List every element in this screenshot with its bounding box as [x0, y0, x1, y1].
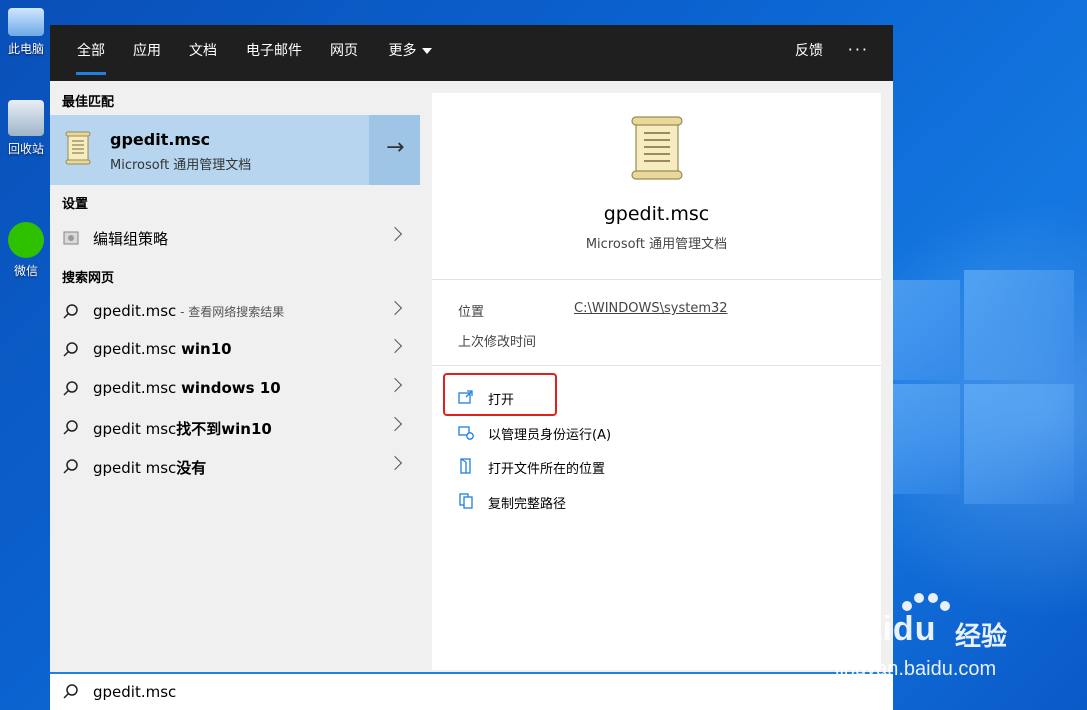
feedback-button[interactable]: 反馈 [795, 25, 823, 81]
detail-subtitle: Microsoft 通用管理文档 [585, 237, 728, 252]
action-label: 打开 [488, 393, 515, 408]
tab-apps[interactable]: 应用 [132, 25, 162, 81]
desktop-icon-label: 微信 [13, 264, 38, 278]
search-icon [63, 459, 78, 474]
watermark-cn: 经验 [955, 622, 1008, 652]
web-result-item[interactable]: gpedit msc找不到win10 [50, 409, 420, 447]
action-copy-full-path[interactable]: 复制完整路径 [458, 491, 658, 513]
run-as-admin-icon [458, 426, 474, 440]
tab-email[interactable]: 电子邮件 [244, 25, 304, 81]
action-label: 以管理员身份运行(A) [488, 428, 612, 443]
search-window: 全部 应用 文档 电子邮件 网页 更多 反馈 ··· 最佳匹配 gpedit.m… [50, 25, 893, 710]
web-result-text: gpedit msc找不到win10 [93, 420, 272, 438]
desktop-icon-this-pc[interactable]: 此电脑 [0, 0, 52, 57]
desktop-icon-recycle-bin[interactable]: 回收站 [0, 100, 52, 157]
recycle-bin-icon [8, 100, 44, 136]
best-match-expand-button[interactable]: → [369, 115, 420, 185]
arrow-right-icon: → [386, 135, 405, 160]
tab-web[interactable]: 网页 [329, 25, 359, 81]
location-link[interactable]: C:\WINDOWS\system32 [574, 301, 728, 316]
wechat-icon [8, 222, 44, 258]
web-result-item[interactable]: gpedit msc没有 [50, 448, 420, 486]
tab-more[interactable]: 更多 [385, 25, 435, 81]
search-icon [63, 684, 78, 699]
action-label: 打开文件所在的位置 [488, 462, 606, 477]
section-best-match: 最佳匹配 [62, 95, 115, 110]
location-label: 位置 [458, 305, 485, 320]
best-match-subtitle: Microsoft 通用管理文档 [110, 158, 252, 173]
section-settings: 设置 [62, 197, 89, 212]
results-list: 最佳匹配 gpedit.msc Microsoft 通用管理文档 → 设置 编辑… [50, 81, 432, 671]
action-open[interactable]: 打开 [458, 387, 558, 409]
settings-item-label: 编辑组策略 [93, 230, 169, 248]
search-icon [63, 381, 78, 396]
chevron-right-icon [387, 455, 403, 471]
divider [432, 365, 881, 366]
web-result-text: gpedit.msc - 查看网络搜索结果 [93, 302, 285, 320]
chevron-right-icon [387, 300, 403, 316]
search-input[interactable]: gpedit.msc [93, 683, 176, 701]
web-result-text: gpedit.msc windows 10 [93, 379, 281, 397]
search-bar[interactable]: gpedit.msc [50, 672, 893, 710]
action-run-as-admin[interactable]: 以管理员身份运行(A) [458, 422, 658, 444]
group-policy-icon [63, 231, 79, 245]
more-options-icon[interactable]: ··· [848, 25, 869, 81]
desktop-icon-wechat[interactable]: 微信 [0, 222, 52, 279]
search-icon [63, 420, 78, 435]
best-match-result: gpedit.msc Microsoft 通用管理文档 → [50, 115, 420, 185]
web-result-item[interactable]: gpedit.msc win10 [50, 331, 420, 369]
open-icon [458, 390, 473, 404]
modified-label: 上次修改时间 [458, 335, 537, 350]
web-result-item[interactable]: gpedit.msc - 查看网络搜索结果 [50, 293, 420, 331]
chevron-right-icon [387, 377, 403, 393]
best-match-title: gpedit.msc [110, 130, 211, 149]
search-tabs-bar: 全部 应用 文档 电子邮件 网页 更多 反馈 ··· [50, 25, 893, 81]
tab-documents[interactable]: 文档 [188, 25, 218, 81]
settings-item-edit-group-policy[interactable]: 编辑组策略 [50, 219, 420, 257]
computer-icon [8, 8, 44, 36]
scroll-document-icon [631, 116, 683, 180]
web-result-item[interactable]: gpedit.msc windows 10 [50, 370, 420, 408]
divider [432, 279, 881, 280]
chevron-right-icon [387, 226, 403, 242]
watermark-url: jingyan.baidu.com [835, 658, 997, 680]
action-open-file-location[interactable]: 打开文件所在的位置 [458, 456, 658, 478]
caret-down-icon [421, 48, 432, 54]
watermark-brand: Baidu [837, 610, 937, 648]
tab-more-label: 更多 [388, 43, 417, 59]
chevron-right-icon [387, 338, 403, 354]
desktop-icon-label: 回收站 [7, 142, 44, 156]
baidu-jingyan-watermark: Baidu 经验 jingyan.baidu.com [835, 592, 1075, 692]
section-web-search: 搜索网页 [62, 271, 115, 286]
search-icon [63, 304, 78, 319]
tab-all[interactable]: 全部 [76, 25, 106, 81]
search-icon [63, 342, 78, 357]
web-result-text: gpedit msc没有 [93, 459, 207, 477]
web-result-text: gpedit.msc win10 [93, 340, 232, 358]
detail-title: gpedit.msc [603, 203, 710, 225]
copy-path-icon [459, 493, 473, 509]
chevron-right-icon [387, 416, 403, 432]
action-label: 复制完整路径 [488, 497, 567, 512]
desktop-icon-label: 此电脑 [7, 42, 44, 56]
folder-location-icon [460, 458, 471, 474]
best-match-item[interactable]: gpedit.msc Microsoft 通用管理文档 [50, 115, 368, 185]
scroll-document-icon [65, 131, 91, 165]
detail-pane: gpedit.msc Microsoft 通用管理文档 位置 C:\WINDOW… [432, 93, 881, 670]
